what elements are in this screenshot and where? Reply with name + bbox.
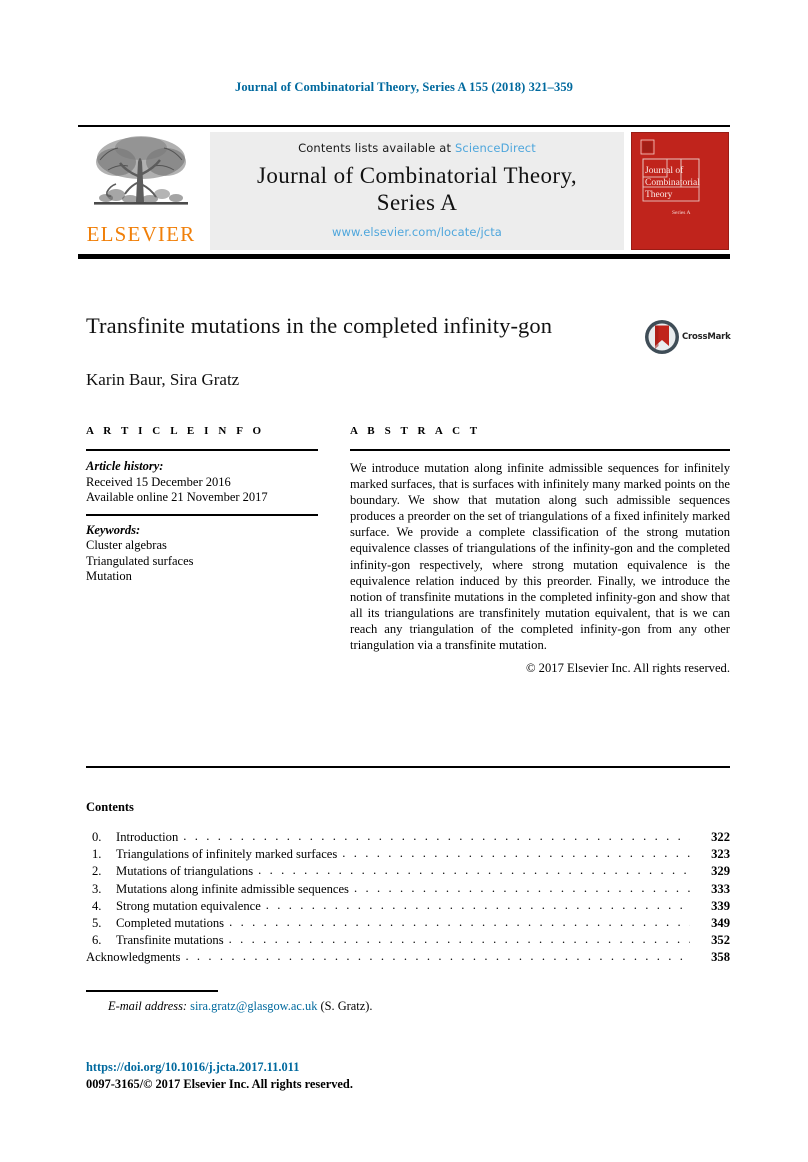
svg-text:Series A: Series A xyxy=(672,210,691,216)
paper-page: Journal of Combinatorial Theory, Series … xyxy=(0,0,808,1162)
toc-label[interactable]: Strong mutation equivalence xyxy=(116,899,266,914)
keyword-item: Mutation xyxy=(86,569,132,583)
toc-entry[interactable]: 5. Completed mutations . . . . . . . . .… xyxy=(86,914,730,933)
abstract-heading: A B S T R A C T xyxy=(350,425,481,437)
crossmark-badge[interactable]: CrossMark xyxy=(644,319,734,361)
toc-number: 4. xyxy=(92,898,102,913)
crossmark-label: CrossMark xyxy=(682,332,731,342)
masthead-top-rule xyxy=(78,125,730,127)
crossmark-icon xyxy=(645,320,679,354)
email-label: E-mail address: xyxy=(108,999,188,1013)
toc-page-number: 333 xyxy=(711,881,730,896)
article-history-label: Article history: xyxy=(86,459,164,473)
toc-number: 5. xyxy=(92,915,102,930)
toc-leader-dots: . . . . . . . . . . . . . . . . . . . . … xyxy=(183,829,690,843)
journal-title: Journal of Combinatorial Theory, Series A xyxy=(210,162,624,216)
toc-page-number: 329 xyxy=(711,864,730,879)
svg-text:Journal of: Journal of xyxy=(645,165,684,176)
journal-header-box: Contents lists available at ScienceDirec… xyxy=(210,132,624,250)
table-of-contents: 0. Introduction . . . . . . . . . . . . … xyxy=(86,829,730,968)
keyword-item: Cluster algebras xyxy=(86,538,167,552)
contents-prefix-text: Contents lists available at xyxy=(298,141,455,155)
toc-number: 2. xyxy=(92,864,102,879)
abstract-text: We introduce mutation along infinite adm… xyxy=(350,461,730,653)
toc-entry[interactable]: 2. Mutations of triangulations . . . . .… xyxy=(86,863,730,881)
toc-label[interactable]: Mutations of triangulations xyxy=(116,864,258,879)
masthead-bottom-rule xyxy=(78,254,730,259)
article-history-group: Article history: Received 15 December 20… xyxy=(86,459,318,506)
toc-leader-dots: . . . . . . . . . . . . . . . . . . . . … xyxy=(229,914,690,929)
toc-entry[interactable]: Acknowledgments . . . . . . . . . . . . … xyxy=(86,949,730,967)
abstract-copyright: © 2017 Elsevier Inc. All rights reserved… xyxy=(525,661,730,676)
cover-artwork: Journal of Combinatorial Theory Series A xyxy=(632,133,728,249)
toc-entry[interactable]: 3. Mutations along infinite admissible s… xyxy=(86,880,730,899)
email-link[interactable]: sira.gratz@glasgow.ac.uk xyxy=(190,999,317,1013)
toc-number: 3. xyxy=(92,881,102,896)
toc-leader-dots: . . . . . . . . . . . . . . . . . . . . … xyxy=(258,863,690,878)
journal-cover-thumbnail: Journal of Combinatorial Theory Series A xyxy=(631,132,729,250)
toc-leader-dots: . . . . . . . . . . . . . . . . . . . . … xyxy=(353,880,690,895)
toc-page-number: 358 xyxy=(711,950,730,965)
toc-leader-dots: . . . . . . . . . . . . . . . . . . . . … xyxy=(342,846,690,861)
journal-masthead: ELSEVIER Contents lists available at Sci… xyxy=(78,125,730,259)
toc-leader-dots: . . . . . . . . . . . . . . . . . . . . … xyxy=(228,932,690,947)
article-info-heading: A R T I C L E I N F O xyxy=(86,425,265,437)
toc-leader-dots: . . . . . . . . . . . . . . . . . . . . … xyxy=(185,949,690,964)
sciencedirect-link[interactable]: ScienceDirect xyxy=(455,141,536,155)
toc-page-number: 322 xyxy=(711,830,730,844)
toc-label[interactable]: Mutations along infinite admissible sequ… xyxy=(116,882,354,897)
toc-label[interactable]: Acknowledgments xyxy=(86,950,185,965)
toc-page-number: 349 xyxy=(711,915,730,930)
toc-label[interactable]: Completed mutations xyxy=(116,916,229,931)
journal-title-line2: Series A xyxy=(376,190,458,215)
email-attribution: (S. Gratz). xyxy=(320,999,373,1013)
keywords-label: Keywords: xyxy=(86,522,141,537)
issn-copyright: 0097-3165/© 2017 Elsevier Inc. All right… xyxy=(86,1077,353,1091)
keyword-item: Triangulated surfaces xyxy=(86,553,194,568)
toc-number: 1. xyxy=(92,847,102,862)
contents-heading: Contents xyxy=(86,800,134,814)
toc-entry[interactable]: 6. Transfinite mutations . . . . . . . .… xyxy=(86,932,730,950)
page-title: Transfinite mutations in the completed i… xyxy=(86,313,553,338)
toc-entry[interactable]: 1. Triangulations of infinitely marked s… xyxy=(86,846,730,864)
elsevier-logo: ELSEVIER xyxy=(80,132,202,250)
svg-text:Theory: Theory xyxy=(645,190,673,200)
elsevier-wordmark: ELSEVIER xyxy=(86,222,196,246)
abstract-column: A B S T R A C T We introduce mutation al… xyxy=(350,425,730,676)
running-head: Journal of Combinatorial Theory, Series … xyxy=(234,80,574,94)
toc-page-number: 339 xyxy=(711,898,730,913)
toc-page-number: 323 xyxy=(711,847,730,862)
toc-entry[interactable]: 4. Strong mutation equivalence . . . . .… xyxy=(86,897,730,916)
available-online-date: Available online 21 November 2017 xyxy=(86,490,268,504)
title-block: Transfinite mutations in the completed i… xyxy=(86,312,646,340)
toc-entry[interactable]: 0. Introduction . . . . . . . . . . . . … xyxy=(86,829,730,847)
contents-available-line: Contents lists available at ScienceDirec… xyxy=(210,132,624,155)
abstract-rule xyxy=(350,449,730,451)
journal-url-link[interactable]: www.elsevier.com/locate/jcta xyxy=(210,225,624,239)
author-list: Karin Baur, Sira Gratz xyxy=(86,370,240,389)
article-info-rule xyxy=(86,449,318,451)
toc-number: 0. xyxy=(92,830,102,844)
toc-number: 6. xyxy=(92,933,102,948)
elsevier-tree-icon xyxy=(94,136,188,205)
toc-label[interactable]: Transfinite mutations xyxy=(116,933,229,948)
abstract-bottom-rule xyxy=(86,766,730,768)
received-date: Received 15 December 2016 xyxy=(86,474,231,489)
toc-label[interactable]: Introduction xyxy=(116,830,183,845)
article-info-column: A R T I C L E I N F O Article history: R… xyxy=(86,425,318,585)
journal-title-line1: Journal of Combinatorial Theory, xyxy=(256,163,578,188)
keywords-group: Keywords: Cluster algebras Triangulated … xyxy=(86,523,318,585)
footnote-rule xyxy=(86,990,218,992)
toc-label[interactable]: Triangulations of infinitely marked surf… xyxy=(116,847,342,862)
doi-link[interactable]: https://doi.org/10.1016/j.jcta.2017.11.0… xyxy=(86,1060,299,1075)
toc-page-number: 352 xyxy=(711,933,730,948)
toc-leader-dots: . . . . . . . . . . . . . . . . . . . . … xyxy=(265,897,690,912)
svg-text:Combinatorial: Combinatorial xyxy=(645,178,700,188)
keywords-divider xyxy=(86,513,318,516)
email-footnote: E-mail address: sira.gratz@glasgow.ac.uk… xyxy=(108,999,372,1014)
